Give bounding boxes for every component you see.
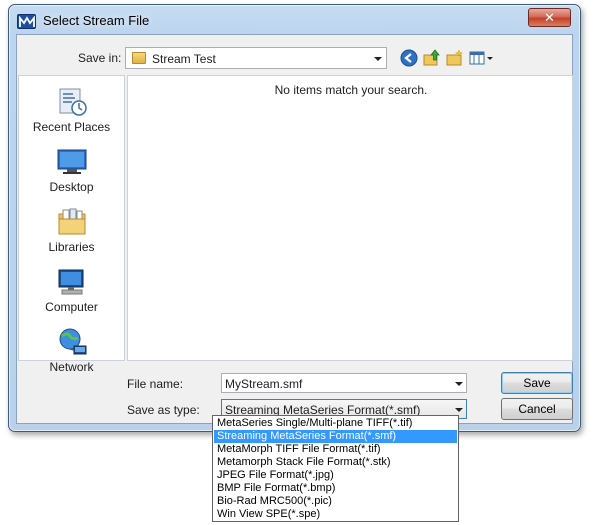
save-in-label: Save in: bbox=[78, 51, 122, 65]
cancel-button[interactable]: Cancel bbox=[501, 398, 573, 420]
view-menu-icon[interactable] bbox=[469, 49, 495, 67]
file-type-option-selected[interactable]: Streaming MetaSeries Format(*.smf) bbox=[214, 430, 457, 443]
file-type-list[interactable]: MetaSeries Single/Multi-plane TIFF(*.tif… bbox=[212, 415, 459, 522]
file-type-option[interactable]: BMP File Format(*.bmp) bbox=[214, 482, 457, 495]
place-label: Desktop bbox=[49, 180, 94, 194]
network-icon bbox=[56, 326, 88, 358]
chevron-down-icon[interactable] bbox=[455, 408, 463, 412]
chevron-down-icon[interactable] bbox=[374, 57, 382, 61]
chevron-down-icon[interactable] bbox=[455, 382, 463, 386]
save-as-type-label: Save as type: bbox=[127, 403, 200, 417]
place-computer[interactable]: Computer bbox=[19, 266, 124, 322]
file-list[interactable]: No items match your search. bbox=[127, 75, 573, 361]
file-name-label: File name: bbox=[127, 377, 184, 391]
place-desktop[interactable]: Desktop bbox=[19, 146, 124, 202]
metamorph-app-icon bbox=[17, 14, 36, 29]
up-folder-icon[interactable] bbox=[423, 49, 441, 67]
place-label: Libraries bbox=[48, 240, 95, 254]
window-title: Select Stream File bbox=[43, 13, 150, 28]
recent-places-icon bbox=[56, 86, 88, 118]
place-label: Network bbox=[49, 360, 94, 374]
file-type-option[interactable]: MetaSeries Single/Multi-plane TIFF(*.tif… bbox=[214, 417, 457, 430]
file-type-option[interactable]: Bio-Rad MRC500(*.pic) bbox=[214, 495, 457, 508]
close-icon: ✕ bbox=[544, 10, 555, 25]
dialog-body: Save in: Stream Test Recent Places Deskt… bbox=[16, 34, 573, 424]
select-stream-file-dialog: Select Stream File ✕ Save in: Stream Tes… bbox=[8, 4, 581, 432]
save-in-dropdown[interactable]: Stream Test bbox=[125, 47, 387, 69]
file-type-option[interactable]: MetaMorph TIFF File Format(*.tif) bbox=[214, 443, 457, 456]
computer-icon bbox=[56, 266, 88, 298]
place-recent-places[interactable]: Recent Places bbox=[19, 86, 124, 142]
save-in-value: Stream Test bbox=[152, 52, 216, 66]
place-libraries[interactable]: Libraries bbox=[19, 206, 124, 262]
back-icon[interactable] bbox=[400, 49, 418, 67]
place-network[interactable]: Network bbox=[19, 326, 124, 382]
place-label: Computer bbox=[45, 300, 98, 314]
libraries-icon bbox=[56, 206, 88, 238]
title-bar[interactable]: Select Stream File ✕ bbox=[9, 5, 580, 35]
folder-icon bbox=[132, 52, 146, 64]
file-type-option[interactable]: Metamorph Stack File Format(*.stk) bbox=[214, 456, 457, 469]
close-button[interactable]: ✕ bbox=[528, 8, 571, 27]
file-type-option[interactable]: JPEG File Format(*.jpg) bbox=[214, 469, 457, 482]
places-bar: Recent Places Desktop Libraries Computer… bbox=[18, 75, 125, 374]
empty-message: No items match your search. bbox=[274, 83, 428, 97]
desktop-icon bbox=[56, 146, 88, 178]
place-label: Recent Places bbox=[32, 120, 111, 134]
save-button[interactable]: Save bbox=[501, 372, 573, 394]
file-name-value: MyStream.smf bbox=[225, 377, 303, 391]
file-type-option[interactable]: Win View SPE(*.spe) bbox=[214, 508, 457, 521]
new-folder-icon[interactable] bbox=[446, 49, 464, 67]
file-name-field[interactable]: MyStream.smf bbox=[221, 373, 467, 393]
